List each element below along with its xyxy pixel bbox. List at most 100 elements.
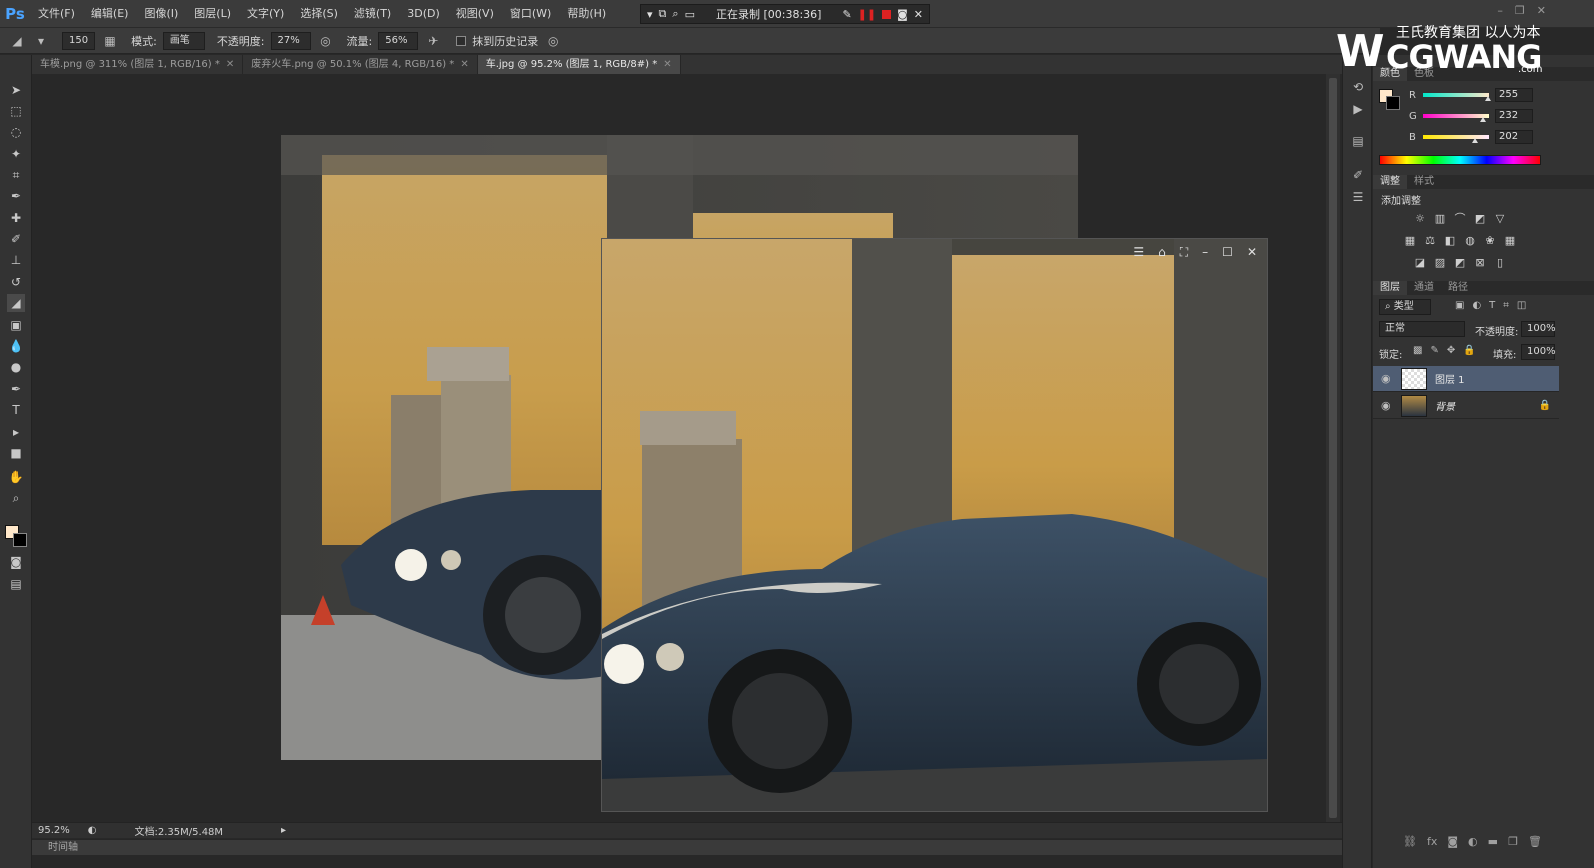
airbrush-icon[interactable]: ✈ [424, 32, 442, 50]
b-value[interactable]: 202 [1495, 130, 1533, 144]
curves-icon[interactable]: ⌒ [1453, 211, 1467, 225]
flow-input[interactable]: 56% [378, 31, 419, 50]
menu-type[interactable]: 文字(Y) [239, 0, 292, 28]
tab-layers[interactable]: 图层 [1373, 281, 1407, 295]
adjustment-layer-icon[interactable]: ◐ [1468, 835, 1478, 848]
pen-tool-icon[interactable]: ✒ [7, 380, 25, 398]
zoom-level[interactable]: 95.2% [38, 825, 70, 836]
close-icon[interactable]: ✕ [1247, 245, 1257, 259]
threshold-icon[interactable]: ◩ [1453, 255, 1467, 269]
status-info-icon[interactable]: ◐ [88, 825, 97, 836]
marquee-tool-icon[interactable]: ⬚ [7, 102, 25, 120]
menu-window[interactable]: 窗口(W) [502, 0, 559, 28]
b-slider[interactable] [1423, 135, 1489, 143]
gradient-map-icon[interactable]: ▯ [1493, 255, 1507, 269]
lasso-tool-icon[interactable]: ◌ [7, 123, 25, 141]
canvas-vertical-scrollbar[interactable] [1326, 74, 1340, 822]
layer-fill-input[interactable]: 100% [1521, 344, 1556, 360]
timeline-panel-tab[interactable]: 时间轴 [32, 839, 1342, 855]
close-tab-icon[interactable]: ✕ [226, 59, 234, 70]
erase-history-checkbox[interactable] [456, 35, 467, 46]
tab-paths[interactable]: 路径 [1441, 281, 1475, 295]
tab-car[interactable]: 车.jpg @ 95.2% (图层 1, RGB/8#) * ✕ [477, 55, 681, 74]
pen-icon[interactable]: ✎ [842, 8, 851, 21]
tab-chemo[interactable]: 车模.png @ 311% (图层 1, RGB/16) * ✕ [32, 55, 244, 74]
menu-filter[interactable]: 滤镜(T) [346, 0, 399, 28]
stop-icon[interactable] [882, 9, 892, 19]
eraser-tool-icon[interactable]: ◢ [8, 32, 26, 50]
zoom-icon[interactable]: ⌕ [672, 7, 678, 21]
play-action-icon[interactable]: ▶ [1350, 101, 1366, 117]
stamp-tool-icon[interactable]: ⊥ [7, 251, 25, 269]
camera-icon[interactable]: ◙ [897, 8, 908, 21]
close-tab-icon[interactable]: ✕ [460, 59, 468, 70]
eraser-tool-icon[interactable]: ◢ [7, 294, 25, 312]
close-icon[interactable]: ✕ [914, 8, 923, 21]
scrollbar-thumb[interactable] [1329, 78, 1337, 818]
move-tool-icon[interactable]: ➤ [7, 81, 25, 99]
chevron-down-icon[interactable]: ▾ [647, 8, 653, 21]
path-select-tool-icon[interactable]: ▸ [7, 423, 25, 441]
menu-help[interactable]: 帮助(H) [559, 0, 614, 28]
g-slider[interactable] [1423, 114, 1489, 122]
frame-icon[interactable]: ▭ [685, 8, 695, 21]
balance-icon[interactable]: ⚖ [1423, 233, 1437, 247]
maximize-icon[interactable]: ☐ [1222, 245, 1233, 259]
levels-icon[interactable]: ▥ [1433, 211, 1447, 225]
exposure-icon[interactable]: ◩ [1473, 211, 1487, 225]
menu-layer[interactable]: 图层(L) [186, 0, 239, 28]
folder-icon[interactable]: ▬ [1488, 835, 1498, 848]
layer-opacity-input[interactable]: 100% [1521, 321, 1556, 337]
quick-mask-icon[interactable]: ◙ [7, 553, 25, 571]
chevron-down-icon[interactable]: ▾ [32, 32, 50, 50]
r-value[interactable]: 255 [1495, 88, 1533, 102]
layer-comps-icon[interactable]: ▤ [1350, 133, 1366, 149]
visibility-eye-icon[interactable]: ◉ [1381, 399, 1393, 412]
pressure-size-icon[interactable]: ◎ [544, 32, 562, 50]
minimize-icon[interactable]: – [1202, 245, 1208, 259]
bw-icon[interactable]: ◧ [1443, 233, 1457, 247]
fx-icon[interactable]: fx [1427, 835, 1437, 848]
posterize-icon[interactable]: ▨ [1433, 255, 1447, 269]
background-color-swatch[interactable] [13, 533, 27, 547]
brush-tool-icon[interactable]: ✐ [7, 230, 25, 248]
brush-panel-icon[interactable]: ▦ [101, 32, 119, 50]
hand-tool-icon[interactable]: ✋ [7, 468, 25, 486]
eyedropper-tool-icon[interactable]: ✒ [7, 187, 25, 205]
menu-file[interactable]: 文件(F) [30, 0, 83, 28]
history-brush-tool-icon[interactable]: ↺ [7, 273, 25, 291]
crop-tool-icon[interactable]: ⌗ [7, 166, 25, 184]
menu-edit[interactable]: 编辑(E) [83, 0, 137, 28]
menu-3d[interactable]: 3D(D) [399, 0, 448, 28]
layer-row-layer1[interactable]: ◉ 图层 1 [1373, 366, 1559, 392]
tab-adjustments[interactable]: 调整 [1373, 175, 1407, 189]
menu-view[interactable]: 视图(V) [448, 0, 502, 28]
color-spectrum[interactable] [1379, 155, 1541, 165]
fullscreen-icon[interactable]: ⛶ [1180, 245, 1188, 260]
shape-tool-icon[interactable]: ■ [7, 444, 25, 462]
menu-icon[interactable]: ☰ [1133, 245, 1144, 259]
properties-icon[interactable]: ☰ [1350, 189, 1366, 205]
new-layer-icon[interactable]: ❐ [1508, 835, 1518, 848]
screen-mode-icon[interactable]: ▤ [7, 575, 25, 593]
magic-wand-tool-icon[interactable]: ✦ [7, 145, 25, 163]
pin-icon[interactable]: ⌂ [1158, 245, 1166, 259]
opacity-input[interactable]: 27% [270, 31, 311, 50]
mode-select[interactable]: 画笔 [162, 31, 205, 50]
status-arrow-icon[interactable]: ▸ [281, 825, 286, 836]
link-icon[interactable]: ⛓ [1403, 835, 1417, 848]
gradient-tool-icon[interactable]: ▣ [7, 316, 25, 334]
brush-presets-icon[interactable]: ✐ [1350, 167, 1366, 183]
hue-icon[interactable]: ▦ [1403, 233, 1417, 247]
pressure-opacity-icon[interactable]: ◎ [317, 32, 335, 50]
layer-name[interactable]: 背景 [1435, 398, 1531, 413]
blur-tool-icon[interactable]: 💧 [7, 337, 25, 355]
r-slider[interactable] [1423, 93, 1491, 101]
g-value[interactable]: 232 [1495, 109, 1533, 123]
layer-row-background[interactable]: ◉ 背景 🔒 [1373, 393, 1559, 419]
brightness-icon[interactable]: ☼ [1413, 211, 1427, 225]
history-icon[interactable]: ⟲ [1350, 79, 1366, 95]
selective-color-icon[interactable]: ⊠ [1473, 255, 1487, 269]
blend-mode-select[interactable]: 正常 [1379, 321, 1465, 337]
trash-icon[interactable]: 🗑 [1528, 835, 1542, 848]
